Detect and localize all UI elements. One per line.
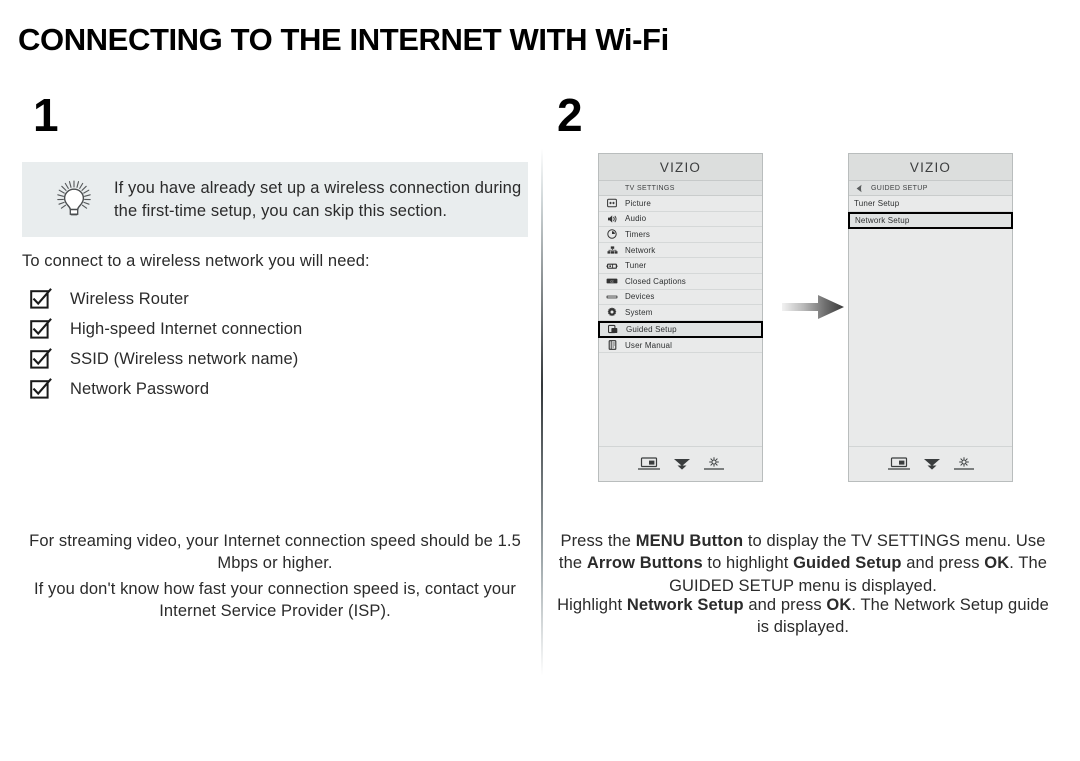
- list-item: Wireless Router: [30, 285, 510, 313]
- step-number-2: 2: [557, 89, 583, 141]
- tv-footer-bar: [849, 446, 1012, 481]
- menu-item-label: Guided Setup: [626, 324, 677, 334]
- emphasis-text: MENU Button: [635, 532, 744, 550]
- checkbox-checked-icon: [30, 378, 52, 400]
- picture-in-picture-icon[interactable]: [887, 457, 911, 471]
- tv-menu-screen-2: VIZIO GUIDED SETUP Tuner Setup Network S…: [848, 153, 1013, 482]
- menu-item-network-setup[interactable]: Network Setup: [848, 211, 1013, 229]
- list-item-label: Wireless Router: [70, 289, 189, 308]
- checkbox-checked-icon: [30, 348, 52, 370]
- right-arrow-icon: [782, 292, 844, 322]
- tv-footer-bar: [599, 446, 762, 481]
- vizio-logo-text: VIZIO: [909, 159, 952, 175]
- menu-item-user-manual[interactable]: User Manual: [599, 338, 762, 354]
- isp-note: If you don't know how fast your connecti…: [33, 580, 516, 621]
- menu-item-tuner-setup[interactable]: Tuner Setup: [849, 196, 1012, 212]
- menu-item-tuner[interactable]: Tuner: [599, 258, 762, 274]
- list-item-label: Network Password: [70, 379, 210, 398]
- step-number-1: 1: [33, 89, 59, 141]
- double-chevron-down-icon[interactable]: [672, 457, 692, 471]
- checkbox-checked-icon: [30, 318, 52, 340]
- clock-icon: [604, 229, 620, 240]
- menu-item-guided-setup[interactable]: Guided Setup: [598, 320, 763, 338]
- emphasis-text: OK: [826, 596, 852, 614]
- menu-item-timers[interactable]: Timers: [599, 227, 762, 243]
- brightness-icon[interactable]: [953, 457, 975, 471]
- menu-item-label: User Manual: [625, 340, 673, 350]
- list-item-label: SSID (Wireless network name): [70, 349, 299, 368]
- picture-in-picture-icon[interactable]: [637, 457, 661, 471]
- list-item: SSID (Wireless network name): [30, 345, 510, 373]
- network-icon: [604, 245, 620, 255]
- menu-item-label: Closed Captions: [625, 276, 686, 286]
- list-item: Network Password: [30, 375, 510, 403]
- emphasis-text: Arrow Buttons: [586, 554, 703, 573]
- tuner-icon: [604, 261, 620, 271]
- list-item: High-speed Internet connection: [30, 315, 510, 343]
- body-text: Press the: [560, 532, 636, 550]
- menu-item-label: Picture: [625, 198, 651, 208]
- speed-note: For streaming video, your Internet conne…: [29, 532, 521, 573]
- vizio-logo: VIZIO: [599, 154, 762, 181]
- tv-empty-area: [599, 353, 762, 446]
- tv-settings-header-label: TV SETTINGS: [625, 184, 675, 192]
- emphasis-text: Guided Setup: [793, 554, 902, 573]
- body-text: and press: [743, 596, 827, 614]
- menu-item-label: Audio: [625, 214, 647, 224]
- requirements-checklist: Wireless Router High-speed Internet conn…: [30, 285, 510, 405]
- double-chevron-down-icon[interactable]: [922, 457, 942, 471]
- menu-item-network[interactable]: Network: [599, 243, 762, 259]
- emphasis-text: Network Setup: [626, 596, 744, 614]
- lightbulb-icon: [42, 177, 106, 223]
- list-item-label: High-speed Internet connection: [70, 319, 303, 338]
- checkbox-checked-icon: [30, 288, 52, 310]
- tv-empty-area: [849, 229, 1012, 446]
- menu-item-label: Timers: [625, 229, 651, 239]
- menu-item-system[interactable]: System: [599, 305, 762, 321]
- page-title: CONNECTING TO THE INTERNET WITH Wi-Fi: [18, 22, 669, 57]
- tip-box: If you have already set up a wireless co…: [22, 162, 528, 237]
- body-text: and press: [901, 554, 985, 573]
- guided-setup-header: GUIDED SETUP: [849, 181, 1012, 196]
- menu-item-audio[interactable]: Audio: [599, 212, 762, 228]
- vizio-logo-text: VIZIO: [659, 159, 702, 175]
- devices-icon: [604, 292, 620, 302]
- back-arrow-icon[interactable]: [855, 184, 864, 193]
- tip-text: If you have already set up a wireless co…: [114, 178, 522, 220]
- guided-setup-header-label: GUIDED SETUP: [871, 184, 928, 192]
- menu-item-label: Network Setup: [855, 215, 910, 225]
- menu-item-label: Tuner: [625, 261, 647, 271]
- manual-icon: [604, 340, 620, 350]
- svg-text:cc: cc: [610, 280, 614, 284]
- body-text: to highlight: [702, 554, 794, 573]
- menu-item-label: Network: [625, 245, 656, 255]
- instruction-paragraph-1: Press the MENU Button to display the TV …: [550, 530, 1056, 597]
- instruction-paragraph-2: Highlight Network Setup and press OK. Th…: [550, 594, 1056, 639]
- menu-item-label: System: [625, 307, 653, 317]
- body-text: Highlight: [557, 596, 627, 614]
- tv-settings-header: TV SETTINGS: [599, 181, 762, 196]
- menu-item-devices[interactable]: Devices: [599, 290, 762, 306]
- brightness-icon[interactable]: [703, 457, 725, 471]
- gear-icon: [604, 307, 620, 317]
- vizio-logo: VIZIO: [849, 154, 1012, 181]
- menu-item-label: Tuner Setup: [854, 198, 900, 208]
- closed-caption-icon: cc: [604, 276, 620, 286]
- audio-icon: [604, 214, 620, 224]
- checklist-intro: To connect to a wireless network you wil…: [22, 252, 370, 270]
- tv-menu-screen-1: VIZIO TV SETTINGS Picture Audio Timers N…: [598, 153, 763, 482]
- column-divider: [541, 148, 543, 676]
- menu-item-label: Devices: [625, 292, 655, 302]
- menu-item-picture[interactable]: Picture: [599, 196, 762, 212]
- emphasis-text: OK: [984, 554, 1010, 573]
- picture-icon: [604, 198, 620, 208]
- guided-setup-icon: [605, 324, 621, 334]
- menu-item-closed-captions[interactable]: cc Closed Captions: [599, 274, 762, 290]
